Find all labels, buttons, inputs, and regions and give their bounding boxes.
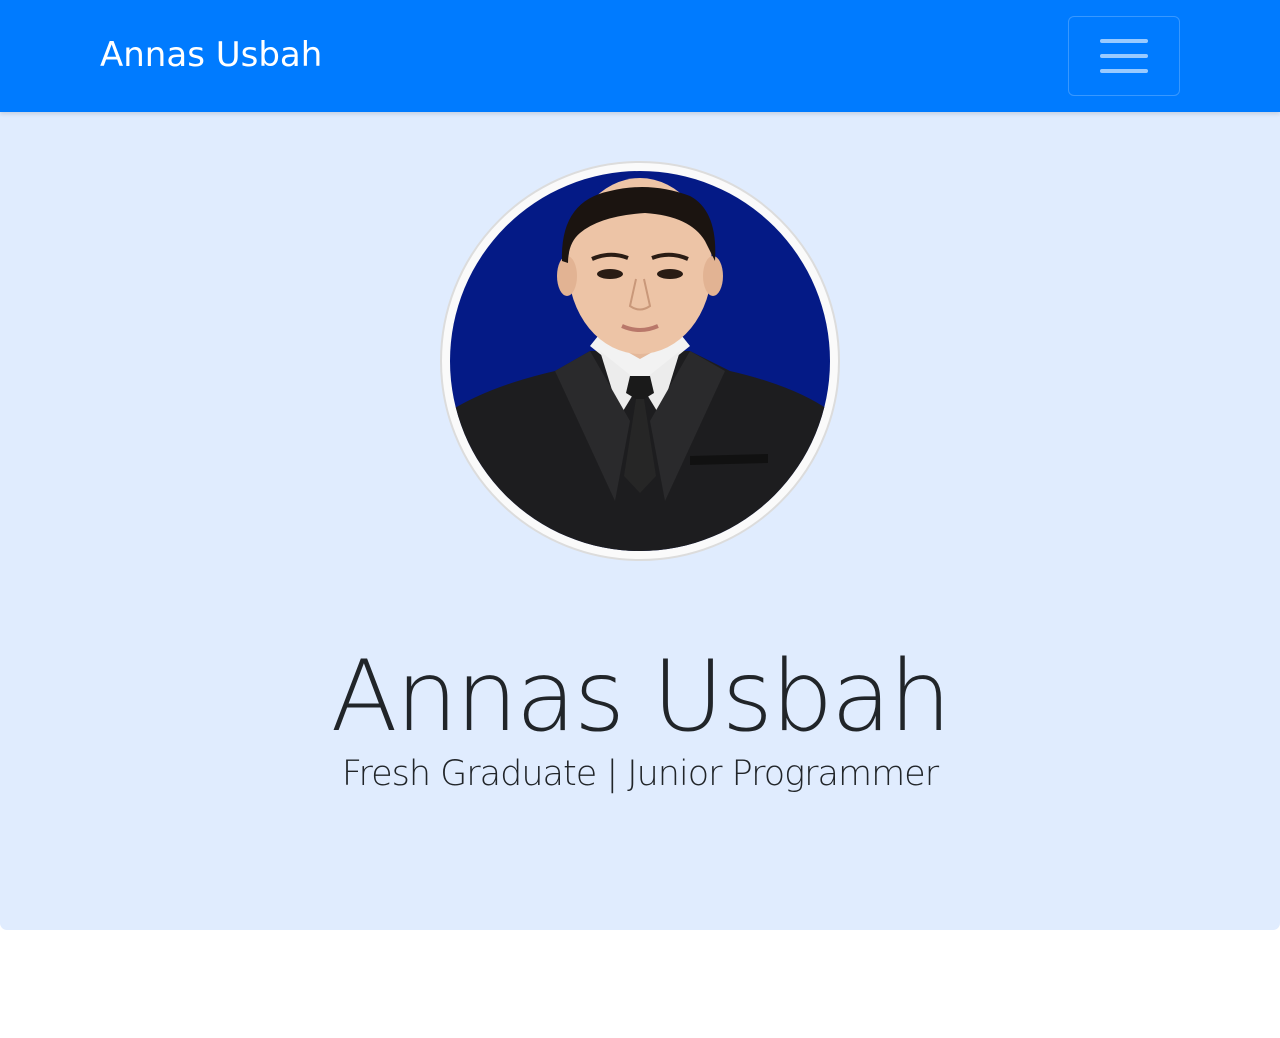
hero-subtitle: Fresh Graduate | Junior Programmer (341, 754, 939, 794)
hero-section: Annas Usbah Fresh Graduate | Junior Prog… (0, 112, 1280, 930)
navbar-brand[interactable]: Annas Usbah (100, 30, 322, 80)
hero-name: Annas Usbah (330, 639, 952, 754)
profile-photo-portrait (450, 171, 830, 551)
navbar-toggler-button[interactable] (1068, 16, 1180, 96)
profile-photo (440, 161, 840, 561)
navbar: Annas Usbah (0, 0, 1280, 112)
